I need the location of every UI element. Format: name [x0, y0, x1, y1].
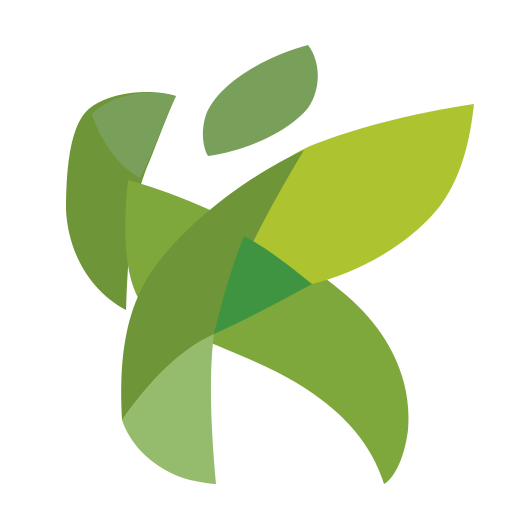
head-leaf — [202, 45, 318, 156]
leaf-logo-icon — [66, 45, 474, 484]
logo-canvas — [0, 0, 512, 512]
